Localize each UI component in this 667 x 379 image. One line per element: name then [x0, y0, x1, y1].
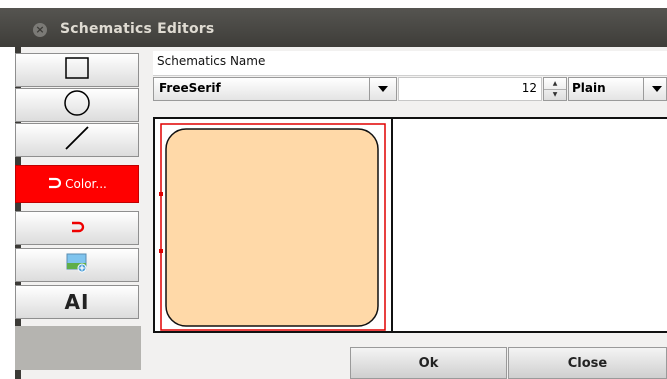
ok-button[interactable]: Ok	[350, 347, 507, 379]
line-icon	[63, 124, 91, 156]
text-tool-button[interactable]: AI	[15, 285, 139, 319]
circle-icon	[63, 89, 91, 121]
line-tool-button[interactable]	[15, 123, 139, 157]
title-bar: × Schematics Editors	[0, 0, 667, 47]
resize-handle[interactable]	[159, 192, 163, 196]
shape-layer	[159, 123, 386, 331]
font-size-field[interactable]: 12	[398, 77, 542, 101]
font-size-stepper[interactable]: ▲ ▼	[543, 77, 567, 101]
text-icon: AI	[64, 290, 90, 314]
window-title: Schematics Editors	[60, 21, 215, 37]
stepper-down-icon[interactable]: ▼	[544, 89, 566, 100]
magnet-icon	[47, 175, 62, 194]
window-close-button[interactable]: ×	[33, 23, 47, 37]
font-family-select[interactable]: FreeSerif	[153, 77, 397, 101]
schematics-name-field[interactable]: Schematics Name	[153, 51, 667, 76]
canvas-divider	[391, 117, 393, 333]
image-tool-button[interactable]	[15, 248, 139, 282]
font-style-value: Plain	[572, 81, 606, 95]
magnet-tool-button[interactable]	[15, 211, 139, 245]
rectangle-icon	[64, 56, 90, 84]
color-tool-button[interactable]: Color...	[15, 165, 139, 203]
rectangle-tool-button[interactable]	[15, 53, 139, 87]
schematics-editor-window: × Schematics Editors Color... AI Schemat…	[0, 0, 667, 379]
color-tool-label: Color...	[65, 177, 107, 191]
chevron-down-icon[interactable]	[369, 78, 396, 100]
circle-tool-button[interactable]	[15, 88, 139, 122]
rounded-rectangle-shape[interactable]	[165, 128, 379, 327]
resize-handle[interactable]	[159, 249, 163, 253]
toolbar-background	[15, 326, 141, 370]
font-family-value: FreeSerif	[159, 81, 221, 95]
font-style-select[interactable]: Plain	[568, 77, 667, 101]
magnet-icon	[69, 219, 85, 238]
add-image-icon	[66, 253, 88, 277]
close-button[interactable]: Close	[508, 347, 667, 379]
chevron-down-icon[interactable]	[643, 78, 666, 100]
